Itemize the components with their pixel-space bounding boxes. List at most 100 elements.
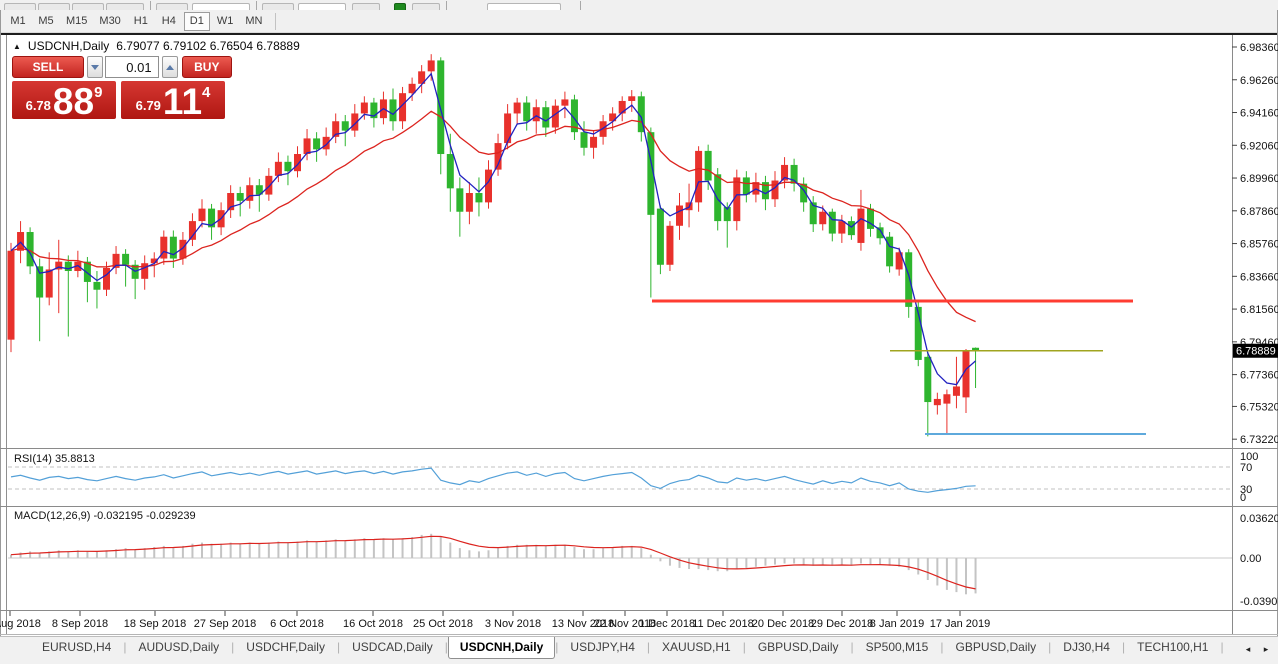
macd-histogram-bar	[917, 558, 919, 575]
macd-histogram-bar	[258, 544, 260, 558]
chart-tab-eurusd-h4[interactable]: EURUSD,H4	[30, 637, 123, 659]
candle-body	[666, 226, 673, 265]
chart-tab-dj30-h4[interactable]: DJ30,H4	[1051, 637, 1122, 659]
chart-tab-usdcad-daily[interactable]: USDCAD,Daily	[340, 637, 445, 659]
macd-histogram-bar	[306, 540, 308, 558]
candle-body	[504, 113, 511, 143]
date-axis-label: 17 Jan 2019	[930, 618, 991, 630]
candle-body	[590, 137, 597, 148]
macd-histogram-bar	[936, 558, 938, 586]
macd-histogram-bar	[172, 547, 174, 558]
macd-histogram-bar	[344, 540, 346, 558]
macd-histogram-bar	[669, 558, 671, 566]
macd-histogram-bar	[287, 543, 289, 558]
macd-histogram-bar	[860, 558, 862, 564]
candle-body	[275, 162, 282, 176]
macd-histogram-bar	[698, 558, 700, 569]
macd-histogram-bar	[239, 544, 241, 558]
date-axis-label: 18 Sep 2018	[124, 618, 186, 630]
candle-body	[265, 176, 272, 195]
macd-histogram-bar	[774, 558, 776, 565]
macd-histogram-bar	[440, 537, 442, 558]
macd-histogram-bar	[411, 537, 413, 558]
date-axis-label: 8 Sep 2018	[52, 618, 108, 630]
chart-tab-xauusd-h1[interactable]: XAUUSD,H1	[650, 637, 743, 659]
macd-histogram-bar	[908, 558, 910, 570]
macd-histogram-bar	[554, 545, 556, 558]
candle-body	[542, 107, 549, 127]
macd-histogram-bar	[459, 548, 461, 558]
candle-body	[676, 205, 683, 225]
macd-histogram-bar	[602, 548, 604, 558]
candle-body	[857, 209, 864, 243]
chart-tab-audusd-daily[interactable]: AUDUSD,Daily	[126, 637, 231, 659]
macd-signal-line	[11, 536, 976, 589]
date-axis-label: 3 Nov 2018	[485, 618, 541, 630]
date-axis-label: 27 Sep 2018	[194, 618, 256, 630]
macd-histogram-bar	[850, 558, 852, 566]
macd-histogram-bar	[230, 543, 232, 558]
candle-body	[943, 394, 950, 403]
macd-histogram-bar	[640, 548, 642, 558]
candle-body	[8, 251, 15, 340]
chart-tab-usdchf-daily[interactable]: USDCHF,Daily	[234, 637, 337, 659]
candle-body	[533, 107, 540, 121]
macd-histogram-bar	[755, 558, 757, 567]
macd-histogram-bar	[96, 551, 98, 558]
candle-body	[485, 170, 492, 203]
chart-tab-tech100-h1[interactable]: TECH100,H1	[1125, 637, 1220, 659]
macd-histogram-bar	[363, 538, 365, 558]
price-axis-label: 6.92060	[1240, 140, 1278, 152]
chart-tab-ukoil-h1[interactable]: UKOil,H1	[1224, 637, 1236, 659]
macd-histogram-bar	[831, 558, 833, 566]
macd-histogram-bar	[430, 534, 432, 558]
date-axis-label: 25 Oct 2018	[413, 618, 473, 630]
candle-body	[561, 99, 568, 105]
candle-body	[475, 193, 482, 202]
macd-axis-label: -0.03907	[1240, 596, 1278, 608]
macd-histogram-bar	[965, 558, 967, 594]
price-axis-label: 6.94160	[1240, 108, 1278, 120]
chart-tab-sp500-m15[interactable]: SP500,M15	[854, 637, 941, 659]
candle-body	[428, 60, 435, 71]
macd-axis-label: 0.00	[1240, 553, 1261, 565]
price-axis-label: 6.81560	[1240, 304, 1278, 316]
candle-body	[342, 121, 349, 130]
mt4-terminal-window: M1M5M15M30H1H4D1W1MN ▲ USDCNH,Daily 6.79…	[0, 0, 1278, 664]
macd-histogram-bar	[211, 544, 213, 558]
macd-histogram-bar	[841, 558, 843, 565]
macd-histogram-bar	[297, 542, 299, 559]
macd-histogram-bar	[478, 551, 480, 558]
macd-histogram-bar	[659, 558, 661, 561]
macd-histogram-bar	[249, 543, 251, 558]
tab-scroll-right-button[interactable]: ▸	[1258, 642, 1274, 657]
chart-tab-usdcnh-daily[interactable]: USDCNH,Daily	[448, 637, 555, 659]
candle-body	[714, 174, 721, 221]
price-chart-canvas[interactable]: 6.983606.962606.941606.920606.899606.878…	[0, 0, 1278, 664]
macd-histogram-bar	[879, 558, 881, 565]
macd-histogram-bar	[268, 543, 270, 558]
macd-histogram-bar	[573, 547, 575, 558]
macd-histogram-bar	[621, 546, 623, 558]
date-axis-label: 20 Dec 2018	[752, 618, 814, 630]
candle-body	[65, 262, 72, 271]
chart-tab-gbpusd-daily[interactable]: GBPUSD,Daily	[746, 637, 851, 659]
macd-histogram-bar	[488, 550, 490, 558]
candle-body	[447, 154, 454, 188]
candle-body	[46, 269, 53, 297]
macd-histogram-bar	[764, 558, 766, 566]
candle-body	[743, 177, 750, 194]
tab-scroll-left-button[interactable]: ◂	[1240, 642, 1256, 657]
date-axis-label: 1 Dec 2018	[639, 618, 695, 630]
price-axis-label: 6.89960	[1240, 173, 1278, 185]
macd-histogram-bar	[583, 549, 585, 558]
chart-tab-usdjpy-h4[interactable]: USDJPY,H4	[558, 637, 646, 659]
price-axis-label: 6.83660	[1240, 271, 1278, 283]
candle-body	[122, 254, 129, 265]
macd-histogram-bar	[335, 539, 337, 558]
chart-tab-gbpusd-daily[interactable]: GBPUSD,Daily	[943, 637, 1048, 659]
macd-histogram-bar	[803, 558, 805, 565]
macd-histogram-bar	[946, 558, 948, 590]
macd-histogram-bar	[975, 558, 977, 593]
macd-histogram-bar	[86, 551, 88, 558]
